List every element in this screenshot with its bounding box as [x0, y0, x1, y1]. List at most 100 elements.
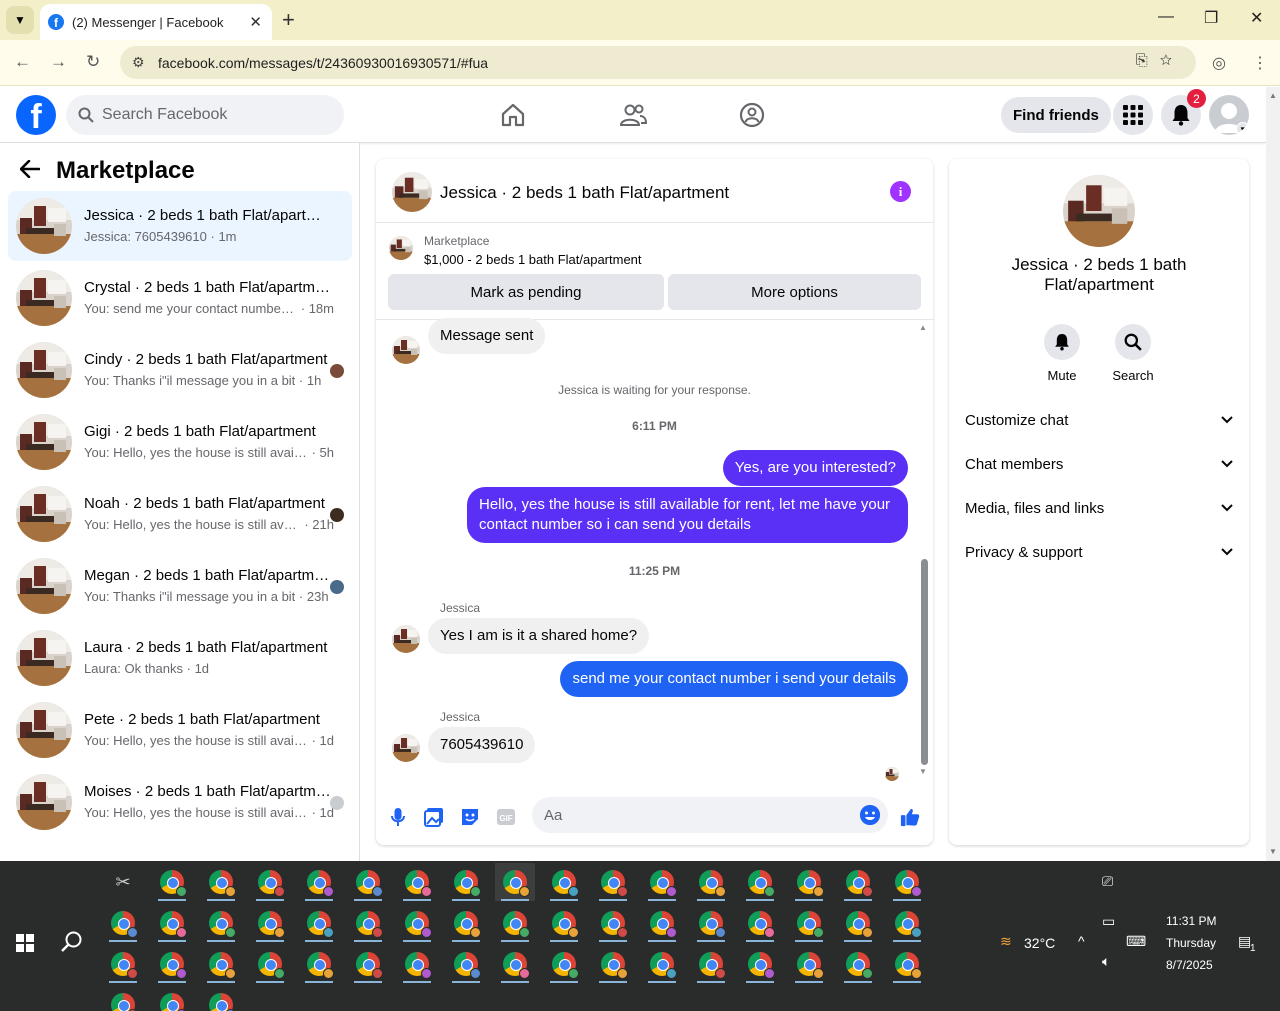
search-action[interactable]: Search: [1103, 324, 1163, 383]
chrome-profile-icon[interactable]: [495, 904, 535, 942]
page-scrollbar[interactable]: ▲ ▼: [1266, 87, 1280, 861]
chrome-profile-icon[interactable]: [103, 945, 143, 983]
url-text[interactable]: facebook.com/messages/t/2436093001693057…: [158, 55, 488, 71]
window-close-icon[interactable]: ✕: [1250, 8, 1263, 28]
chrome-profile-icon[interactable]: [495, 863, 535, 901]
chrome-profile-icon[interactable]: [544, 863, 584, 901]
info-icon[interactable]: i: [890, 181, 911, 202]
chrome-profile-icon[interactable]: [887, 863, 927, 901]
chrome-profile-icon[interactable]: [642, 904, 682, 942]
chrome-profile-icon[interactable]: [201, 945, 241, 983]
site-settings-icon[interactable]: ⚙: [132, 54, 156, 71]
chrome-profile-icon[interactable]: [789, 945, 829, 983]
chrome-profile-icon[interactable]: [789, 904, 829, 942]
chat-title[interactable]: Jessica · 2 beds 1 bath Flat/apartment: [440, 183, 729, 203]
chrome-profile-icon[interactable]: [201, 904, 241, 942]
chrome-profile-icon[interactable]: [642, 863, 682, 901]
close-tab-icon[interactable]: ✕: [249, 13, 262, 31]
minimize-icon[interactable]: —: [1158, 8, 1174, 26]
browser-menu-icon[interactable]: ⋮: [1252, 53, 1268, 73]
chrome-profile-icon[interactable]: [152, 863, 192, 901]
listing-thumbnail[interactable]: [392, 172, 432, 212]
listing-price[interactable]: $1,000 - 2 beds 1 bath Flat/apartment: [424, 252, 642, 267]
keyboard-icon[interactable]: ⌨: [1126, 933, 1146, 950]
chrome-profile-icon[interactable]: [495, 945, 535, 983]
scroll-down-icon[interactable]: ▼: [919, 767, 927, 776]
new-tab-icon[interactable]: +: [282, 8, 295, 32]
chrome-profile-icon[interactable]: [152, 945, 192, 983]
chrome-profile-icon[interactable]: [691, 904, 731, 942]
menu-grid-icon[interactable]: [1113, 95, 1153, 135]
windows-start-icon[interactable]: [16, 934, 34, 952]
chrome-profile-icon[interactable]: [152, 986, 192, 1011]
temperature[interactable]: 32°C: [1024, 935, 1055, 951]
chrome-profile-icon[interactable]: [544, 945, 584, 983]
chrome-profile-icon[interactable]: [740, 863, 780, 901]
conversation-item[interactable]: Jessica · 2 beds 1 bath Flat/apartment Je…: [8, 191, 352, 261]
chrome-profile-icon[interactable]: [446, 904, 486, 942]
mute-action[interactable]: Mute: [1032, 324, 1092, 383]
volume-icon[interactable]: 🔈︎: [1102, 953, 1110, 970]
bookmark-star-icon[interactable]: ☆: [1160, 52, 1184, 69]
chevron-up-icon[interactable]: ^: [1078, 933, 1085, 949]
scroll-up-icon[interactable]: ▲: [1269, 91, 1277, 100]
accordion-chat-members[interactable]: Chat members: [965, 449, 1233, 479]
clock-time[interactable]: 11:31 PM: [1166, 914, 1216, 928]
message-input[interactable]: [544, 806, 844, 824]
reload-icon[interactable]: ↻: [86, 52, 100, 72]
network-icon[interactable]: ▭: [1102, 913, 1115, 930]
back-arrow-icon[interactable]: [19, 157, 41, 185]
chrome-profile-icon[interactable]: [838, 863, 878, 901]
sticker-icon[interactable]: [460, 807, 480, 827]
bell-icon[interactable]: [1044, 324, 1080, 360]
chrome-profile-icon[interactable]: [446, 863, 486, 901]
chat-scrollbar[interactable]: ▲ ▼: [917, 321, 931, 789]
accordion-customize-chat[interactable]: Customize chat: [965, 405, 1233, 435]
chrome-profile-icon[interactable]: [201, 863, 241, 901]
listing-large-thumbnail[interactable]: [1063, 175, 1135, 247]
chrome-profile-icon[interactable]: ✂: [103, 863, 143, 901]
tab-search-button[interactable]: ▼: [6, 6, 34, 34]
conversation-item[interactable]: Crystal · 2 beds 1 bath Flat/apartment Yo…: [8, 263, 352, 333]
scroll-up-icon[interactable]: ▲: [919, 323, 927, 332]
chrome-profile-icon[interactable]: [740, 945, 780, 983]
find-friends-button[interactable]: Find friends: [1001, 97, 1111, 133]
thumbs-up-icon[interactable]: [900, 807, 920, 827]
chrome-profile-icon[interactable]: [397, 904, 437, 942]
emoji-icon[interactable]: [860, 805, 880, 825]
chrome-profile-icon[interactable]: [642, 945, 682, 983]
chrome-profile-icon[interactable]: [838, 904, 878, 942]
forward-arrow-icon[interactable]: →: [50, 52, 67, 72]
facebook-logo-icon[interactable]: f: [16, 95, 56, 135]
chrome-profile-icon[interactable]: [397, 863, 437, 901]
scroll-down-icon[interactable]: ▼: [1269, 847, 1277, 856]
conversation-item[interactable]: Cindy · 2 beds 1 bath Flat/apartment You:…: [8, 335, 352, 405]
back-arrow-icon[interactable]: ←: [14, 52, 31, 72]
mark-as-pending-button[interactable]: Mark as pending: [388, 274, 664, 310]
chrome-profile-icon[interactable]: [544, 904, 584, 942]
chrome-profile-icon[interactable]: [838, 945, 878, 983]
chrome-profile-icon[interactable]: [299, 863, 339, 901]
chrome-profile-icon[interactable]: [740, 904, 780, 942]
conversation-item[interactable]: Moises · 2 beds 1 bath Flat/apartment You…: [8, 767, 352, 837]
chrome-profile-icon[interactable]: [691, 945, 731, 983]
more-options-button[interactable]: More options: [668, 274, 921, 310]
accordion-privacy-support[interactable]: Privacy & support: [965, 537, 1233, 567]
browser-tab[interactable]: f (2) Messenger | Facebook ✕: [40, 4, 272, 40]
conversation-item[interactable]: Laura · 2 beds 1 bath Flat/apartment Laur…: [8, 623, 352, 693]
chrome-profile-icon[interactable]: [691, 863, 731, 901]
clock-date[interactable]: 8/7/2025: [1166, 958, 1213, 972]
home-icon[interactable]: [499, 101, 527, 129]
search-icon[interactable]: [1115, 324, 1151, 360]
clock-day[interactable]: Thursday: [1166, 936, 1216, 950]
search-input[interactable]: [102, 106, 322, 124]
chrome-profile-icon[interactable]: [887, 904, 927, 942]
chrome-profile-icon[interactable]: [103, 986, 143, 1011]
chrome-profile-icon[interactable]: [103, 904, 143, 942]
photo-icon[interactable]: [424, 807, 444, 827]
weather-icon[interactable]: ≋: [1000, 933, 1012, 950]
chrome-profile-icon[interactable]: [593, 863, 633, 901]
account-avatar[interactable]: ▼: [1209, 95, 1249, 135]
conversation-item[interactable]: Gigi · 2 beds 1 bath Flat/apartment You: …: [8, 407, 352, 477]
accordion-media-files-links[interactable]: Media, files and links: [965, 493, 1233, 523]
